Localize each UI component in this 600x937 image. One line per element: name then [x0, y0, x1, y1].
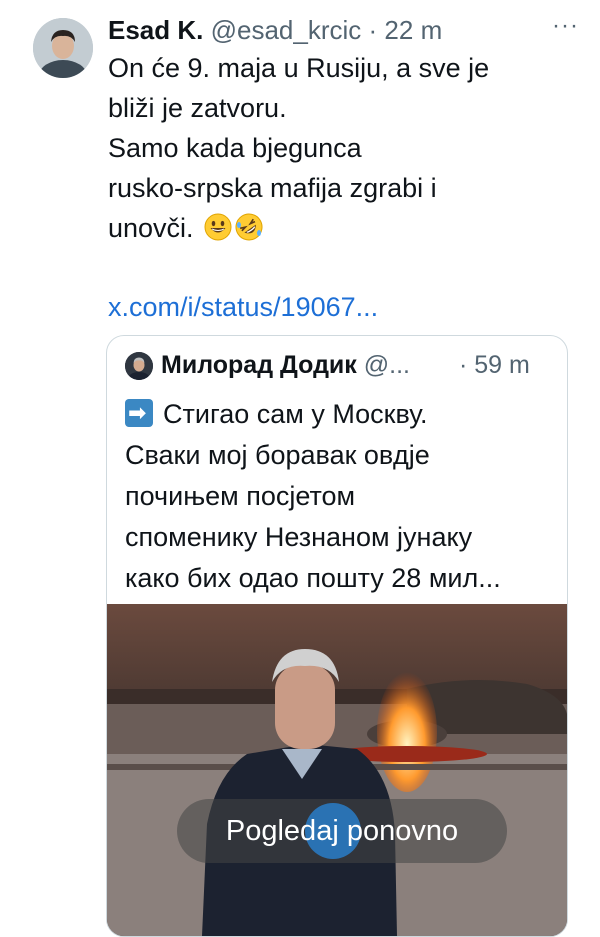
- tweet-text-line: unovči.: [108, 213, 194, 243]
- tweet[interactable]: Esad K. @esad_krcic · 22 m ··· On će 9. …: [0, 0, 600, 937]
- quoted-text-line: споменику Незнаном јунаку: [125, 522, 473, 552]
- header-separator: ·: [368, 15, 378, 45]
- quoted-text: ➡ Стигао сам у Москву. Сваки мој боравак …: [125, 394, 555, 599]
- video-player[interactable]: Pogledaj ponovno: [107, 604, 567, 936]
- quoted-author-handle[interactable]: @...: [364, 351, 410, 379]
- tweet-header: Esad K. @esad_krcic · 22 m: [108, 13, 442, 47]
- quoted-time[interactable]: · 59 m: [459, 348, 530, 382]
- quoted-text-line: како бих одао пошту 28 мил...: [125, 563, 501, 593]
- right-arrow-icon: ➡: [125, 399, 153, 427]
- quoted-author-avatar[interactable]: [125, 352, 153, 380]
- author-avatar[interactable]: [33, 18, 93, 78]
- tweet-text-line: Samo kada bjegunca: [108, 133, 362, 163]
- rolling-on-floor-laughing-emoji: [235, 212, 263, 241]
- replay-button[interactable]: Pogledaj ponovno: [177, 799, 507, 863]
- status-link[interactable]: x.com/i/status/19067...: [108, 290, 378, 324]
- quoted-text-first-line: ➡ Стигао сам у Москву.: [125, 394, 555, 435]
- quoted-text-line: Сваки мој боравак овдје: [125, 440, 430, 470]
- tweet-text-line: bliži je zatvoru.: [108, 93, 287, 123]
- tweet-time[interactable]: 22 m: [384, 15, 442, 45]
- grinning-face-emoji: [204, 212, 232, 241]
- quoted-author-name[interactable]: Милорад Додик: [161, 351, 357, 379]
- tweet-text: On će 9. maja u Rusiju, a sve je bliži j…: [108, 48, 578, 248]
- quoted-text-line: Стигао сам у Москву.: [163, 399, 428, 429]
- quoted-text-line: почињем посјетом: [125, 481, 356, 511]
- quoted-header: Милорад Додик @...: [161, 348, 410, 382]
- more-options-icon[interactable]: ···: [552, 12, 579, 40]
- author-handle[interactable]: @esad_krcic: [211, 15, 362, 45]
- quoted-tweet[interactable]: Милорад Додик @... · 59 m ➡ Стигао сам у …: [106, 335, 568, 937]
- replay-label: Pogledaj ponovno: [225, 815, 459, 847]
- tweet-text-line-last: unovči.: [108, 208, 578, 248]
- tweet-text-line: rusko-srpska mafija zgrabi i: [108, 173, 437, 203]
- tweet-text-line: On će 9. maja u Rusiju, a sve je: [108, 53, 490, 83]
- author-name[interactable]: Esad K.: [108, 15, 203, 45]
